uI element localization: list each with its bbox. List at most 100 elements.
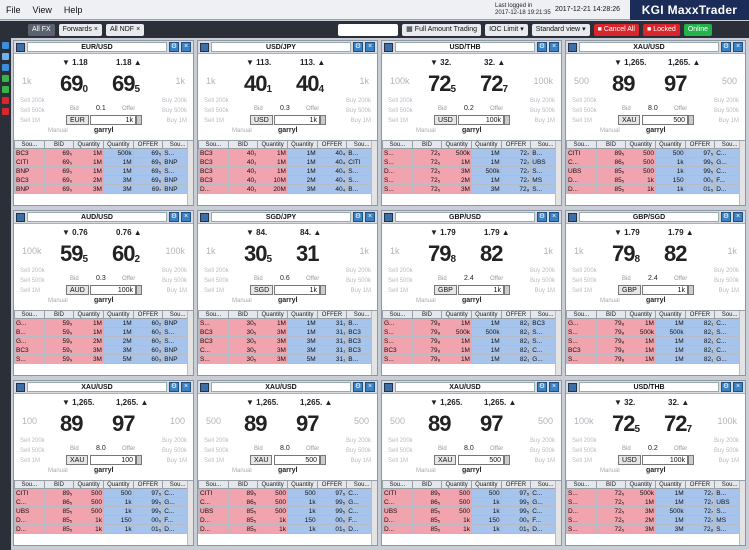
depth-row[interactable]: BNP 69₀ 1M 1M 69₅ S... bbox=[14, 166, 193, 176]
bid-price[interactable]: 40₁ bbox=[227, 166, 259, 176]
buy-200k[interactable]: Buy 200k bbox=[530, 268, 555, 274]
bid-price[interactable]: 30₅ bbox=[227, 336, 259, 346]
settings-icon[interactable]: ⚙ bbox=[353, 42, 363, 52]
buy-1m[interactable]: Buy 1M bbox=[535, 288, 555, 294]
buy-200k[interactable]: Buy 200k bbox=[162, 438, 187, 444]
symbol-select[interactable]: USD/JPY bbox=[211, 42, 351, 52]
offer-price[interactable]: 97₅ bbox=[132, 488, 164, 498]
depth-row[interactable]: C... 86₅ 500 1k 99₅ G... bbox=[14, 497, 193, 507]
tab-forwards[interactable]: Forwards × bbox=[58, 23, 102, 36]
buy-200k[interactable]: Buy 200k bbox=[162, 268, 187, 274]
chart-icon[interactable] bbox=[2, 75, 9, 82]
bid-price[interactable]: 85₅ bbox=[227, 515, 259, 525]
depth-row[interactable]: C... 86₅ 500 1k 99₅ G... bbox=[566, 157, 745, 167]
offer-price[interactable]: 69₅ bbox=[132, 148, 164, 158]
offer-price-button[interactable]: 404 bbox=[296, 71, 324, 97]
depth-row[interactable]: G... 79₈ 1M 1M 82₁ C... bbox=[566, 318, 745, 328]
bid-price-button[interactable]: 89 bbox=[60, 411, 84, 437]
depth-row[interactable]: G... 59₉ 1M 1M 60₂ BNP bbox=[14, 318, 193, 328]
buy-500k[interactable]: Buy 500k bbox=[714, 278, 739, 284]
menu-help[interactable]: Help bbox=[58, 5, 89, 15]
settings-icon[interactable]: ⚙ bbox=[537, 212, 547, 222]
offer-price[interactable]: 69₅ bbox=[132, 166, 164, 176]
symbol-select[interactable]: XAU/USD bbox=[579, 42, 719, 52]
close-icon[interactable]: × bbox=[94, 24, 98, 36]
settings-icon[interactable]: ⚙ bbox=[353, 382, 363, 392]
buy-500k[interactable]: Buy 500k bbox=[530, 108, 555, 114]
close-icon[interactable]: × bbox=[365, 212, 375, 222]
bid-price[interactable]: 86₅ bbox=[227, 497, 259, 507]
sell-200k[interactable]: Sell 200k bbox=[572, 438, 597, 444]
amount-stepper[interactable] bbox=[688, 115, 694, 125]
scrollbar[interactable] bbox=[555, 481, 561, 545]
amount-stepper[interactable] bbox=[688, 285, 694, 295]
offer-price[interactable]: 82₁ bbox=[684, 327, 716, 337]
sell-500k[interactable]: Sell 500k bbox=[204, 278, 229, 284]
blotter-icon[interactable] bbox=[2, 64, 9, 71]
depth-row[interactable]: D... 85₅ 1k 150 00₀ F... bbox=[382, 515, 561, 525]
depth-row[interactable]: BC3 69₀ 2M 3M 69₆ BNP bbox=[14, 175, 193, 185]
buy-200k[interactable]: Buy 200k bbox=[346, 98, 371, 104]
alert-icon[interactable] bbox=[2, 97, 9, 104]
buy-200k[interactable]: Buy 200k bbox=[162, 98, 187, 104]
sell-200k[interactable]: Sell 200k bbox=[204, 438, 229, 444]
scrollbar[interactable] bbox=[739, 481, 745, 545]
offer-price-button[interactable]: 97 bbox=[480, 411, 504, 437]
offer-price[interactable]: 72₇ bbox=[684, 497, 716, 507]
bid-price-button[interactable]: 595 bbox=[60, 241, 88, 267]
bid-price[interactable]: 85₅ bbox=[595, 166, 627, 176]
sell-500k[interactable]: Sell 500k bbox=[388, 448, 413, 454]
close-icon[interactable]: × bbox=[365, 42, 375, 52]
close-icon[interactable]: × bbox=[733, 382, 743, 392]
offer-price[interactable]: 01₅ bbox=[684, 184, 716, 194]
depth-row[interactable]: B... 59₉ 1M 1M 60₂ S... bbox=[14, 327, 193, 337]
menu-view[interactable]: View bbox=[27, 5, 58, 15]
sell-500k[interactable]: Sell 500k bbox=[572, 108, 597, 114]
offer-price[interactable]: 60₂ bbox=[132, 327, 164, 337]
offer-price[interactable]: 99₅ bbox=[500, 506, 532, 516]
sell-500k[interactable]: Sell 500k bbox=[388, 278, 413, 284]
settings-icon[interactable]: ⚙ bbox=[721, 42, 731, 52]
offer-price[interactable]: 40₄ bbox=[316, 157, 348, 167]
sell-200k[interactable]: Sell 200k bbox=[388, 268, 413, 274]
bid-price[interactable]: 69₀ bbox=[43, 166, 75, 176]
depth-row[interactable]: BNP 69₀ 3M 3M 69₇ BNP bbox=[14, 184, 193, 194]
sell-1m[interactable]: Sell 1M bbox=[388, 458, 408, 464]
offer-price-button[interactable]: 97 bbox=[112, 411, 136, 437]
depth-row[interactable]: S... 72₅ 500k 1M 72₇ B... bbox=[566, 488, 745, 498]
depth-row[interactable]: D... 85₅ 1k 150 00₀ F... bbox=[14, 515, 193, 525]
scrollbar[interactable] bbox=[555, 141, 561, 205]
depth-row[interactable]: D... 85₅ 1k 1k 01₅ D... bbox=[566, 184, 745, 194]
amount-input[interactable]: 1k bbox=[274, 115, 320, 125]
bid-price[interactable]: 79₈ bbox=[411, 318, 443, 328]
offer-price[interactable]: 99₅ bbox=[684, 157, 716, 167]
buy-200k[interactable]: Buy 200k bbox=[714, 98, 739, 104]
offer-price-button[interactable]: 82 bbox=[664, 241, 688, 267]
bid-price[interactable]: 59₉ bbox=[43, 327, 75, 337]
buy-200k[interactable]: Buy 200k bbox=[530, 438, 555, 444]
close-icon[interactable]: × bbox=[181, 382, 191, 392]
locked-button[interactable]: ■ Locked bbox=[643, 23, 680, 36]
offer-price-button[interactable]: 602 bbox=[112, 241, 140, 267]
bid-price[interactable]: 85₅ bbox=[43, 515, 75, 525]
offer-price[interactable]: 60₃ bbox=[132, 354, 164, 364]
offer-price[interactable]: 72₇ bbox=[684, 515, 716, 525]
offer-price[interactable]: 31₁ bbox=[316, 336, 348, 346]
offer-price[interactable]: 99₅ bbox=[684, 166, 716, 176]
offer-price[interactable]: 00₀ bbox=[132, 515, 164, 525]
depth-row[interactable]: S... 30₅ 1M 1M 31₁ B... bbox=[198, 318, 377, 328]
offer-price[interactable]: 60₂ bbox=[132, 318, 164, 328]
offer-price[interactable]: 31₁ bbox=[316, 327, 348, 337]
depth-row[interactable]: D... 85₅ 1k 1k 01₅ D... bbox=[14, 524, 193, 534]
sell-1m[interactable]: Sell 1M bbox=[20, 118, 40, 124]
depth-row[interactable]: BC3 30₅ 3M 3M 31₁ BC3 bbox=[198, 336, 377, 346]
depth-row[interactable]: UBS 85₅ 500 1k 99₅ C... bbox=[566, 166, 745, 176]
amount-input[interactable]: 100k bbox=[458, 115, 504, 125]
buy-1m[interactable]: Buy 1M bbox=[351, 288, 371, 294]
depth-row[interactable]: S... 30₅ 3M 5M 31₁ B... bbox=[198, 354, 377, 364]
amount-input[interactable]: 500 bbox=[458, 455, 504, 465]
bid-price[interactable]: 72₅ bbox=[411, 148, 443, 158]
buy-500k[interactable]: Buy 500k bbox=[162, 448, 187, 454]
offer-price[interactable]: 99₅ bbox=[500, 497, 532, 507]
depth-row[interactable]: S... 72₅ 500k 1M 72₇ B... bbox=[382, 148, 561, 158]
